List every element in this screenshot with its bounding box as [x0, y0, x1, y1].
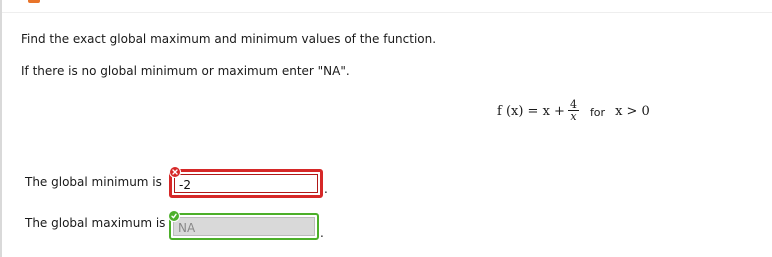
global-maximum-value: NA [178, 221, 196, 235]
minimum-period: . [324, 182, 328, 196]
page-left-border [0, 0, 2, 257]
global-maximum-input[interactable]: NA [169, 213, 319, 240]
question-instruction: Find the exact global maximum and minimu… [21, 32, 437, 46]
x-icon [169, 166, 181, 178]
top-accent-marker [28, 0, 40, 3]
function-formula: f (x) = x + 4 x for x > 0 [497, 96, 650, 126]
fraction-denominator: x [570, 109, 577, 123]
global-minimum-value: -2 [179, 178, 191, 192]
maximum-period: . [320, 226, 324, 240]
fraction-numerator: 4 [567, 97, 579, 111]
global-minimum-label: The global minimum is [25, 175, 162, 189]
formula-lhs: f (x) = x + [497, 103, 565, 119]
global-maximum-label: The global maximum is [25, 216, 166, 230]
na-instruction: If there is no global minimum or maximum… [21, 64, 350, 78]
formula-connector: for [589, 105, 606, 119]
formula-condition: x > 0 [615, 103, 650, 119]
top-divider [2, 12, 772, 13]
global-minimum-input[interactable]: -2 [169, 169, 323, 198]
formula-fraction: 4 x [567, 97, 579, 123]
global-maximum-input-field[interactable]: NA [173, 217, 315, 236]
check-icon [168, 210, 180, 222]
global-minimum-input-field[interactable]: -2 [174, 174, 318, 193]
